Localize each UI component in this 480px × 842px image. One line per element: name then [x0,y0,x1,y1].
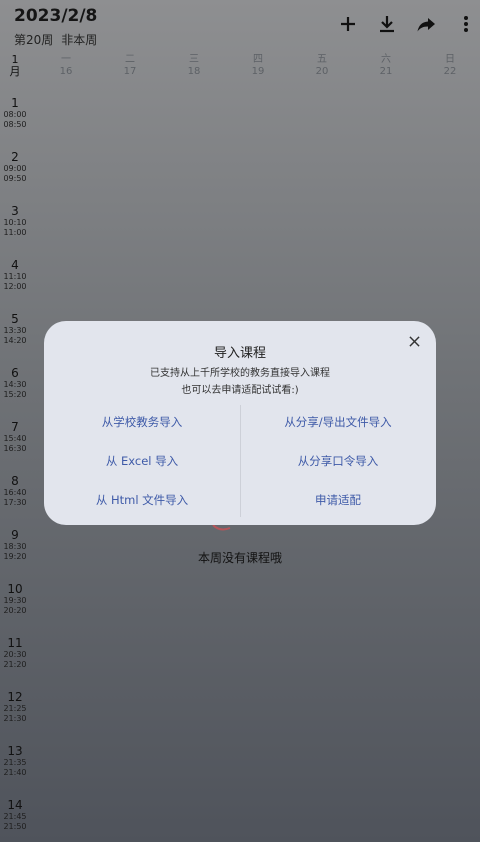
day-col-fri: 五 20 [290,54,354,78]
time-slot: 13 21:35 21:40 [0,744,30,778]
week-status: 非本周 [61,33,98,47]
current-date[interactable]: 2023/2/8 [14,6,97,26]
day-date: 17 [123,66,137,77]
download-icon[interactable] [375,12,399,36]
day-name: 二 [125,54,135,65]
close-icon[interactable] [406,333,422,349]
slot-end: 21:30 [3,714,27,723]
day-date: 22 [443,66,457,77]
slot-start: 21:35 [3,758,27,767]
slot-end: 17:30 [3,498,27,507]
day-date: 19 [251,66,265,77]
dialog-title: 导入课程 [213,346,266,361]
time-slot: 14 21:45 21:50 [0,798,30,832]
slot-start: 14:30 [3,380,27,389]
slot-number: 11 [7,636,23,650]
slot-number: 13 [7,744,23,758]
day-name: 六 [381,54,391,65]
day-col-thu: 四 19 [226,54,290,78]
slot-start: 21:25 [3,704,27,713]
plus-icon[interactable] [336,12,360,36]
day-date: 20 [315,66,329,77]
time-slot: 7 15:40 16:30 [0,420,30,454]
dialog-subtitle-2: 也可以去申请适配试试看:) [181,385,299,396]
slot-start: 19:30 [3,596,27,605]
slot-start: 10:10 [3,218,27,227]
slot-start: 08:00 [3,110,27,119]
slot-end: 12:00 [3,282,27,291]
slot-number: 6 [11,366,19,380]
slot-start: 15:40 [3,434,27,443]
slot-number: 12 [7,690,23,704]
import-from-html-button[interactable]: 从 Html 文件导入 [44,492,240,508]
top-bar: 2023/2/8 第20周 非本周 [0,0,480,52]
time-slot: 4 11:10 12:00 [0,258,30,292]
import-from-excel-button[interactable]: 从 Excel 导入 [44,453,240,469]
time-slot: 2 09:00 09:50 [0,150,30,184]
slot-end: 21:40 [3,768,27,777]
slot-start: 21:45 [3,812,27,821]
slot-end: 15:20 [3,390,27,399]
slot-number: 3 [11,204,19,218]
day-col-wed: 三 18 [162,54,226,78]
time-slot: 11 20:30 21:20 [0,636,30,670]
dialog-subtitle: 已支持从上千所学校的教务直接导入课程 [150,368,330,379]
import-from-share-file-button[interactable]: 从分享/导出文件导入 [240,414,436,430]
day-name: 四 [253,54,263,65]
slot-number: 2 [11,150,19,164]
slot-start: 11:10 [3,272,27,281]
day-name: 三 [189,54,199,65]
day-date: 21 [379,66,393,77]
time-slot: 6 14:30 15:20 [0,366,30,400]
slot-number: 7 [11,420,19,434]
day-name: 五 [317,54,327,65]
month-label: 1 月 [0,54,30,78]
slot-end: 09:50 [3,174,27,183]
time-slot: 10 19:30 20:20 [0,582,30,616]
share-icon[interactable] [414,12,438,36]
apply-adaptation-button[interactable]: 申请适配 [240,492,436,508]
slot-end: 21:50 [3,822,27,831]
slot-number: 9 [11,528,19,542]
time-slot: 1 08:00 08:50 [0,96,30,130]
import-course-dialog: 导入课程 已支持从上千所学校的教务直接导入课程 也可以去申请适配试试看:) 从学… [44,321,436,525]
time-slot: 12 21:25 21:30 [0,690,30,724]
slot-end: 11:00 [3,228,27,237]
weekday-header: 1 月 一 16 二 17 三 18 四 19 五 20 六 21 日 22 [0,54,480,82]
slot-number: 14 [7,798,23,812]
slot-end: 08:50 [3,120,27,129]
week-number: 第20周 [14,33,54,47]
slot-end: 14:20 [3,336,27,345]
day-col-sun: 日 22 [418,54,480,78]
slot-start: 13:30 [3,326,27,335]
day-date: 18 [187,66,201,77]
day-col-sat: 六 21 [354,54,418,78]
time-slot: 8 16:40 17:30 [0,474,30,508]
slot-number: 10 [7,582,23,596]
slot-number: 4 [11,258,19,272]
import-from-school-button[interactable]: 从学校教务导入 [44,414,240,430]
time-slot: 5 13:30 14:20 [0,312,30,346]
slot-end: 21:20 [3,660,27,669]
day-name: 日 [445,54,455,65]
slot-start: 16:40 [3,488,27,497]
time-slot: 3 10:10 11:00 [0,204,30,238]
import-from-share-code-button[interactable]: 从分享口令导入 [240,453,436,469]
slot-number: 8 [11,474,19,488]
empty-illustration-icon [212,524,231,531]
month-char: 月 [9,65,21,78]
day-name: 一 [61,54,71,65]
day-col-mon: 一 16 [34,54,98,78]
slot-end: 20:20 [3,606,27,615]
day-col-tue: 二 17 [98,54,162,78]
slot-start: 09:00 [3,164,27,173]
empty-week-message: 本周没有课程哦 [197,551,282,565]
more-vert-icon[interactable] [454,12,478,36]
week-info[interactable]: 第20周 非本周 [14,31,105,48]
slot-number: 5 [11,312,19,326]
slot-number: 1 [11,96,19,110]
day-date: 16 [59,66,73,77]
slot-end: 16:30 [3,444,27,453]
slot-start: 20:30 [3,650,27,659]
